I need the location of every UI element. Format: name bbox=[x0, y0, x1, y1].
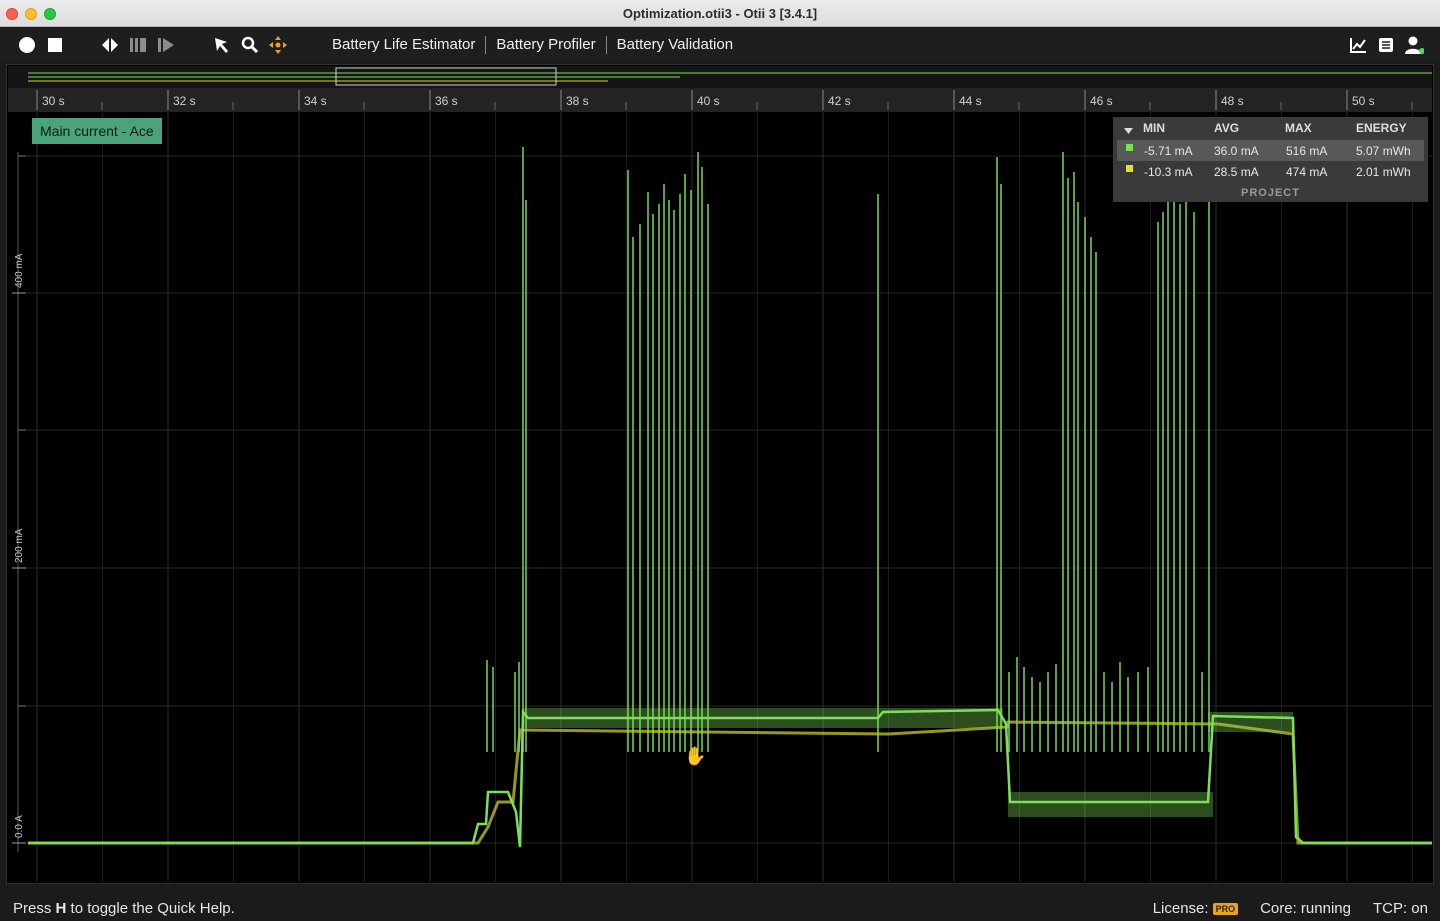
ruler-time-label: 30 s bbox=[42, 94, 65, 108]
zoom-icon[interactable] bbox=[240, 35, 260, 55]
ruler-time-label: 36 s bbox=[435, 94, 458, 108]
stats-max: 516 mA bbox=[1286, 144, 1328, 158]
ruler-time-label: 42 s bbox=[828, 94, 851, 108]
license-pro-badge: PRO bbox=[1212, 903, 1239, 916]
current-waveform-chart[interactable]: ✋ 400 mA 200 mA 0.0 A bbox=[8, 112, 1432, 882]
tcp-status: TCP: on bbox=[1372, 900, 1428, 917]
timeline-overview[interactable] bbox=[8, 66, 1432, 88]
time-ruler[interactable]: 30 s 32 s 34 s 36 s 38 s 40 s 42 s 44 s 46 s 48 s… bbox=[8, 88, 1432, 112]
series-color-swatch bbox=[1126, 165, 1133, 172]
trace-noise-band bbox=[523, 708, 1003, 728]
fit-width-icon[interactable] bbox=[100, 35, 120, 55]
stats-energy: 5.07 mWh bbox=[1356, 144, 1411, 158]
chart-icon[interactable] bbox=[1348, 35, 1368, 55]
ruler-time-label: 34 s bbox=[304, 94, 327, 108]
stats-header-max: MAX bbox=[1285, 121, 1312, 135]
window-title: Optimization.otii3 - Otii 3 [3.4.1] bbox=[622, 6, 818, 21]
ruler-time-label: 32 s bbox=[173, 94, 196, 108]
title-bar: Optimization.otii3 - Otii 3 [3.4.1] bbox=[0, 0, 1440, 27]
stats-header-min: MIN bbox=[1143, 121, 1165, 135]
core-status: Core: running bbox=[1260, 900, 1351, 917]
quick-help-hint: Press H to toggle the Quick Help. bbox=[13, 900, 235, 917]
stats-row-main-current[interactable]: -5.71 mA 36.0 mA 516 mA 5.07 mWh bbox=[1117, 140, 1424, 161]
list-icon[interactable] bbox=[1376, 35, 1396, 55]
stats-avg: 28.5 mA bbox=[1214, 165, 1259, 179]
status-bar: Press H to toggle the Quick Help. Licens… bbox=[0, 896, 1440, 921]
play-skip-icon[interactable] bbox=[156, 35, 176, 55]
y-axis-label: 400 mA bbox=[14, 253, 25, 288]
stats-header-row: MIN AVG MAX ENERGY bbox=[1113, 117, 1428, 138]
stats-row-secondary[interactable]: -10.3 mA 28.5 mA 474 mA 2.01 mWh bbox=[1117, 161, 1424, 182]
series-label-tag[interactable]: Main current - Ace bbox=[32, 118, 162, 144]
menu-battery-validation[interactable]: Battery Validation bbox=[607, 36, 743, 53]
menu-battery-profiler[interactable]: Battery Profiler bbox=[486, 36, 605, 53]
columns-icon[interactable] bbox=[128, 35, 148, 55]
user-icon[interactable] bbox=[1404, 35, 1424, 55]
license-status: License: PRO bbox=[1153, 900, 1239, 917]
pan-icon[interactable] bbox=[268, 35, 288, 55]
stop-icon[interactable] bbox=[45, 35, 65, 55]
y-axis-label: 0.0 A bbox=[14, 815, 25, 838]
stats-energy: 2.01 mWh bbox=[1356, 165, 1411, 179]
series-color-swatch bbox=[1126, 144, 1133, 151]
ruler-time-label: 40 s bbox=[697, 94, 720, 108]
pointer-icon[interactable] bbox=[212, 35, 232, 55]
ruler-time-label: 46 s bbox=[1090, 94, 1113, 108]
ruler-time-label: 50 s bbox=[1352, 94, 1375, 108]
y-axis-label: 200 mA bbox=[14, 528, 25, 563]
ruler-time-label: 48 s bbox=[1221, 94, 1244, 108]
trace-secondary bbox=[28, 720, 1432, 845]
toolbar: Battery Life Estimator Battery Profiler … bbox=[0, 27, 1440, 62]
record-icon[interactable] bbox=[17, 35, 37, 55]
stats-max: 474 mA bbox=[1286, 165, 1328, 179]
menu-battery-life-estimator[interactable]: Battery Life Estimator bbox=[322, 36, 485, 53]
top-menu: Battery Life Estimator Battery Profiler … bbox=[322, 27, 743, 62]
trace-noise-band bbox=[1208, 712, 1293, 732]
trace-noise-band bbox=[1008, 792, 1213, 817]
stats-header-energy: ENERGY bbox=[1356, 121, 1407, 135]
statistics-panel: MIN AVG MAX ENERGY -5.71 mA 36.0 mA 516 … bbox=[1113, 117, 1428, 202]
stats-scope-label[interactable]: PROJECT bbox=[1113, 187, 1428, 199]
ruler-time-label: 44 s bbox=[959, 94, 982, 108]
pan-hand-cursor-icon: ✋ bbox=[684, 745, 706, 767]
stats-header-avg: AVG bbox=[1214, 121, 1240, 135]
collapse-caret-icon[interactable] bbox=[1124, 123, 1133, 137]
stats-avg: 36.0 mA bbox=[1214, 144, 1259, 158]
ruler-time-label: 38 s bbox=[566, 94, 589, 108]
stats-min: -10.3 mA bbox=[1144, 165, 1193, 179]
stats-min: -5.71 mA bbox=[1144, 144, 1193, 158]
